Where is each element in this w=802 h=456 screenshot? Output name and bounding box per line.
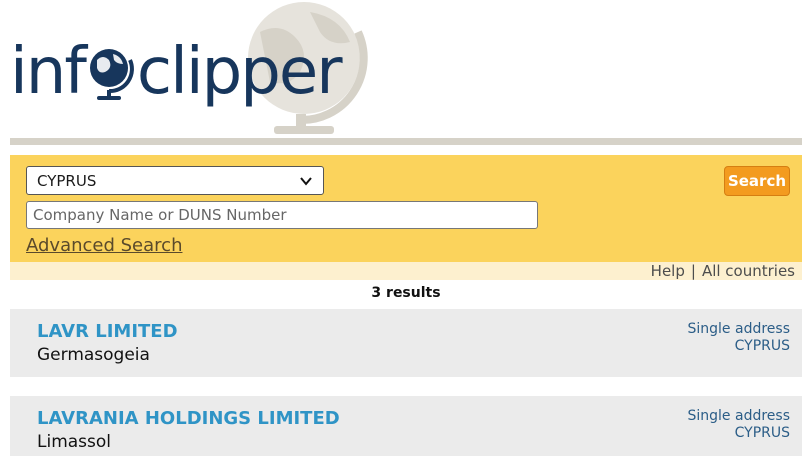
chevron-down-icon [300, 176, 312, 186]
address-type: Single address [687, 321, 791, 337]
help-bar: Help | All countries [10, 262, 802, 280]
infoclipper-logo[interactable]: inf clipper [10, 24, 343, 109]
results-count: 3 results [371, 285, 441, 301]
link-separator: | [690, 262, 696, 280]
search-button[interactable]: Search [724, 166, 790, 196]
company-name-link[interactable]: LAVRANIA HOLDINGS LIMITED [37, 408, 340, 429]
logo-globe-icon [87, 42, 135, 104]
search-panel: CYPRUS Advanced Search Search [10, 155, 802, 262]
help-link[interactable]: Help [651, 262, 685, 280]
result-card[interactable]: LAVR LIMITED Germasogeia Single address … [10, 309, 802, 377]
address-country: CYPRUS [734, 425, 790, 441]
logo-text-prefix: inf [10, 35, 87, 109]
header-divider [10, 138, 802, 145]
logo-text-suffix: clipper [136, 35, 343, 109]
company-city: Germasogeia [37, 345, 150, 365]
advanced-search-link[interactable]: Advanced Search [26, 235, 182, 256]
company-search-input[interactable] [26, 201, 538, 229]
result-card[interactable]: LAVRANIA HOLDINGS LIMITED Limassol Singl… [10, 396, 802, 456]
country-select[interactable]: CYPRUS [26, 166, 324, 195]
all-countries-link[interactable]: All countries [702, 262, 795, 280]
company-city: Limassol [37, 432, 112, 452]
address-country: CYPRUS [734, 338, 790, 354]
address-type: Single address [687, 408, 791, 424]
country-select-value: CYPRUS [37, 171, 97, 190]
company-name-link[interactable]: LAVR LIMITED [37, 321, 178, 342]
header: inf clipper [0, 0, 802, 138]
